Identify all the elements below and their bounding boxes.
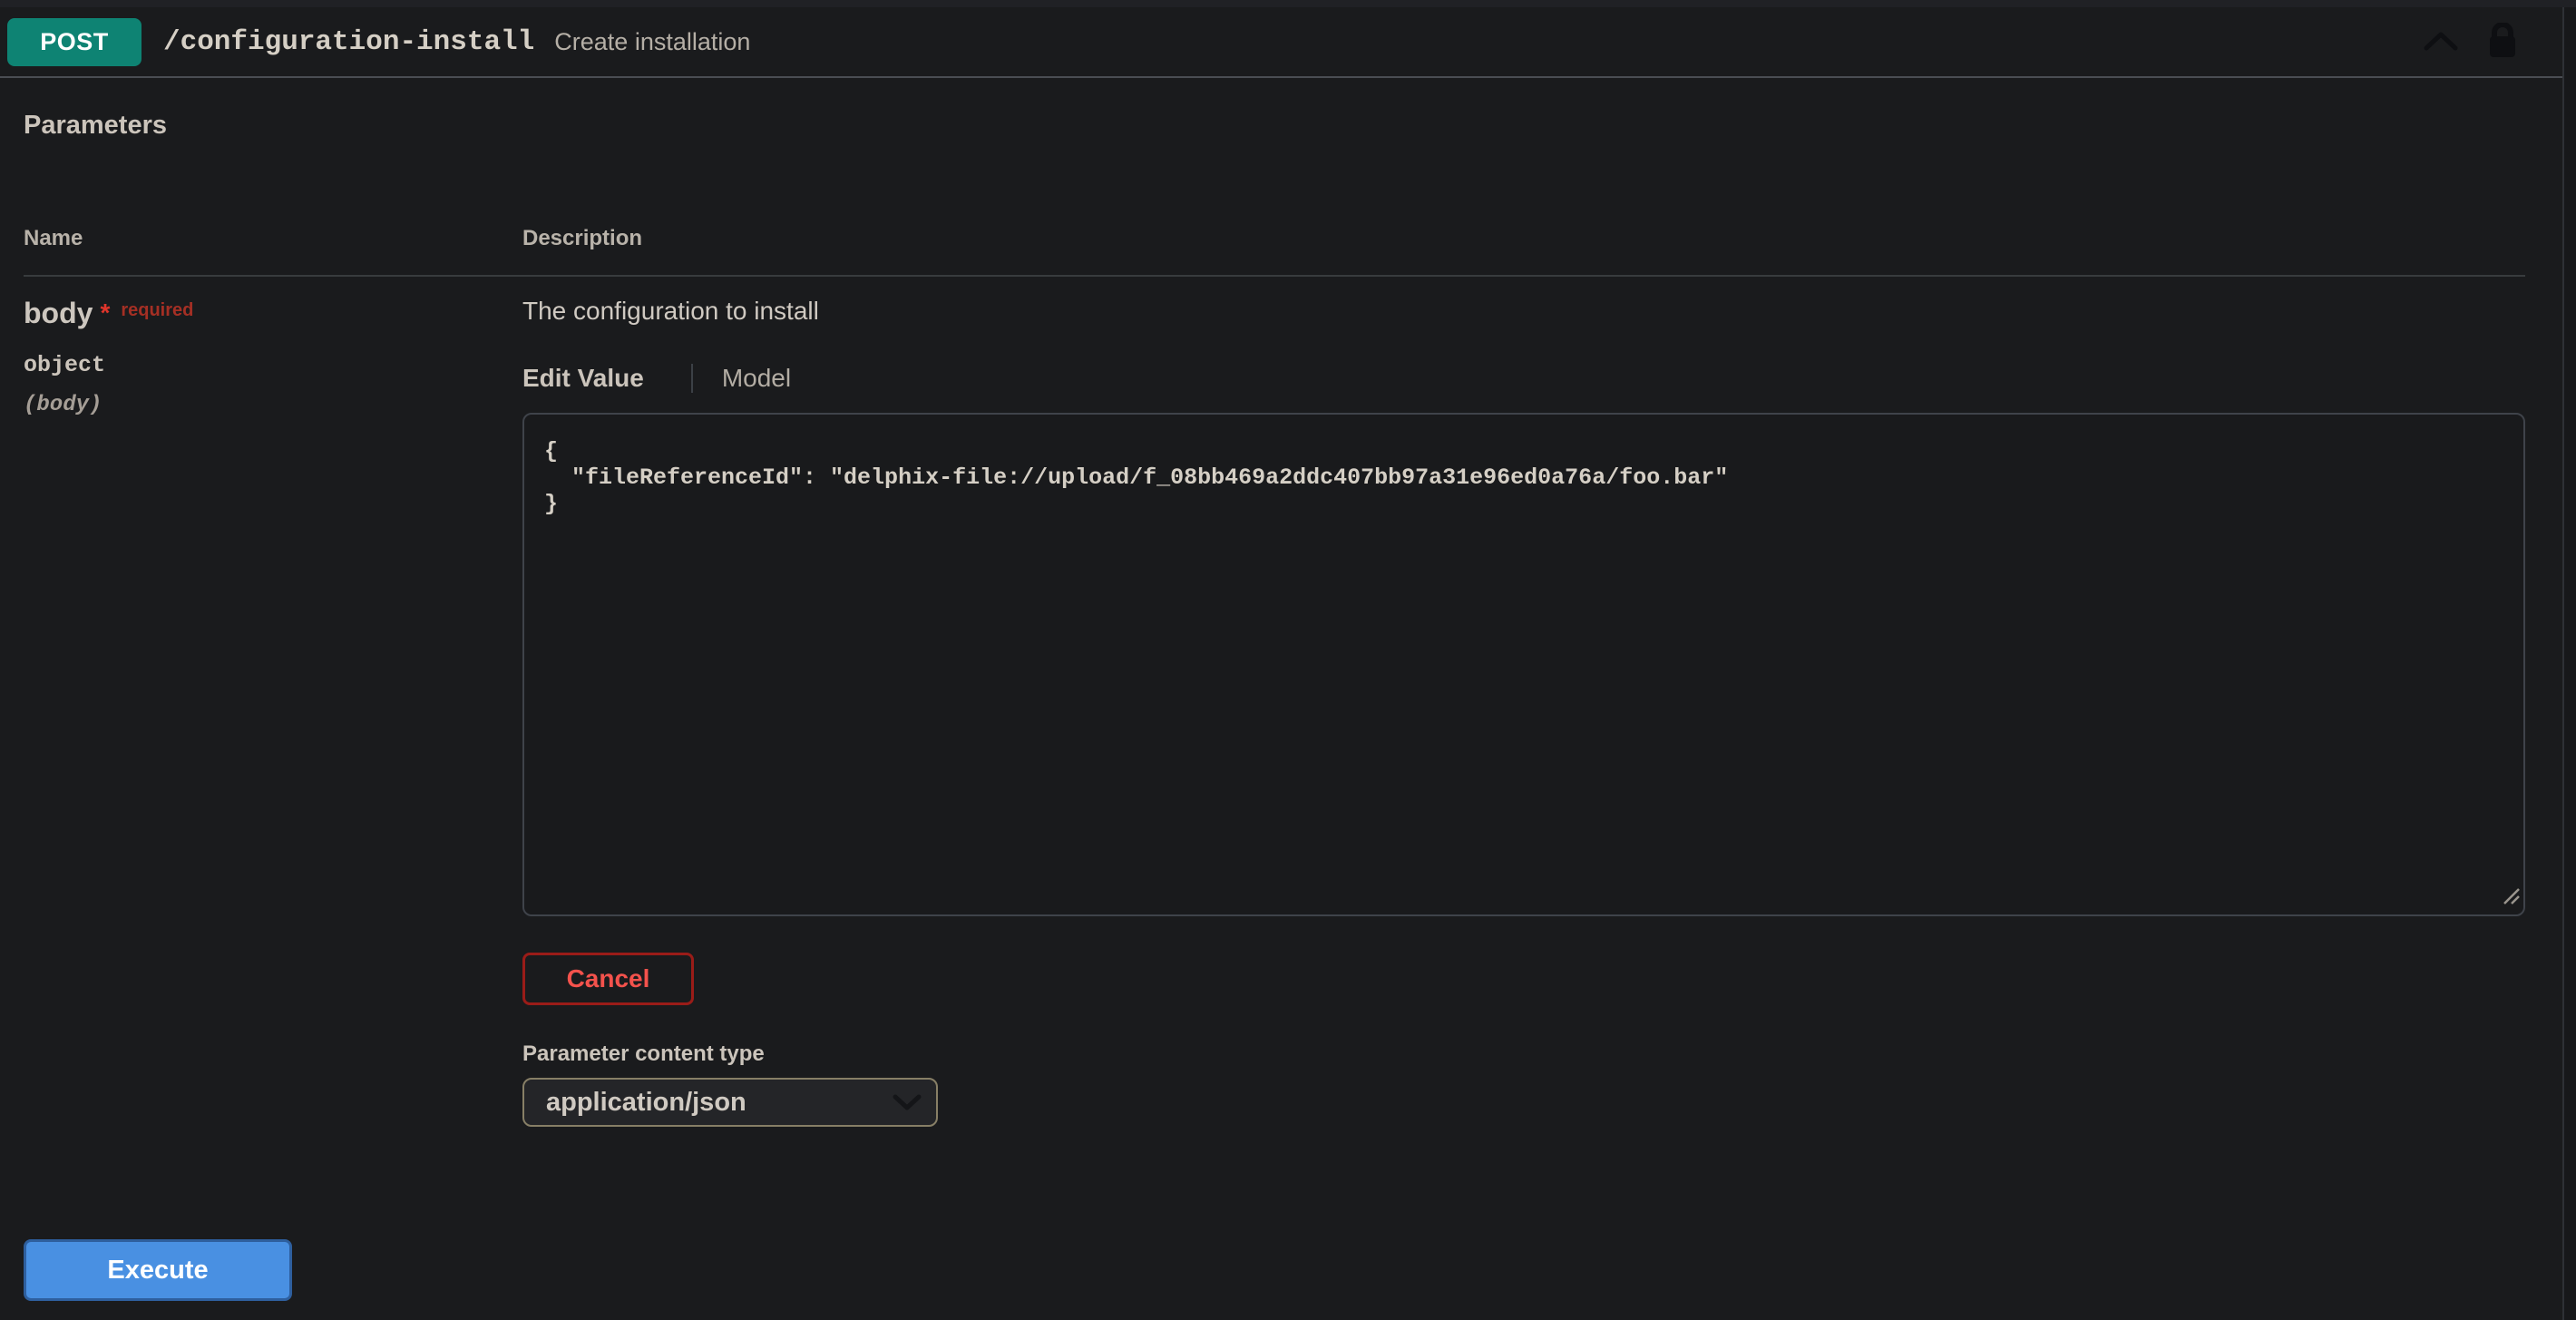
tab-edit-value[interactable]: Edit Value <box>522 364 644 393</box>
body-editor-wrap: { "fileReferenceId": "delphix-file://upl… <box>522 413 2525 916</box>
column-header-name: Name <box>24 226 522 251</box>
execute-button[interactable]: Execute <box>24 1239 292 1301</box>
parameters-section-title: Parameters <box>24 111 2525 141</box>
top-divider-strip <box>0 0 2576 7</box>
operation-path: /configuration-install <box>163 26 534 58</box>
opblock-right-border <box>2562 7 2576 1320</box>
http-method-badge: POST <box>7 18 141 66</box>
content-type-select[interactable]: application/json <box>522 1078 938 1127</box>
body-value-editor[interactable]: { "fileReferenceId": "delphix-file://upl… <box>522 413 2525 916</box>
parameters-table-header: Name Description <box>24 226 2525 251</box>
header-icons <box>2424 23 2516 62</box>
tab-separator <box>691 364 693 393</box>
parameter-name-cell: body* required object (body) <box>24 297 522 1127</box>
operation-body: Parameters Name Description body* require… <box>0 111 2576 1127</box>
lock-icon <box>2489 23 2516 62</box>
parameter-content-type-label: Parameter content type <box>522 1041 2525 1067</box>
parameter-name: body <box>24 297 93 329</box>
required-label: required <box>121 300 193 320</box>
content-type-select-wrap: application/json <box>522 1078 938 1127</box>
cancel-button[interactable]: Cancel <box>522 953 694 1005</box>
operation-header[interactable]: POST /configuration-install Create insta… <box>0 7 2576 78</box>
required-asterisk: * <box>100 298 110 327</box>
authorize-button[interactable] <box>2489 23 2516 62</box>
table-header-divider <box>24 275 2525 277</box>
operation-summary: Create installation <box>554 28 750 56</box>
tab-model[interactable]: Model <box>722 364 791 393</box>
table-row: body* required object (body) The configur… <box>24 297 2525 1127</box>
parameter-location: (body) <box>24 393 522 417</box>
swagger-operation-block: POST /configuration-install Create insta… <box>0 0 2576 1320</box>
parameter-description-cell: The configuration to install Edit Value … <box>522 297 2525 1127</box>
chevron-up-icon <box>2424 31 2458 54</box>
parameter-type: object <box>24 352 522 378</box>
collapse-operation-button[interactable] <box>2424 31 2458 54</box>
resize-handle-icon[interactable] <box>2501 885 2521 910</box>
parameter-description: The configuration to install <box>522 297 2525 326</box>
column-header-description: Description <box>522 226 2525 251</box>
body-editor-tabs: Edit Value Model <box>522 364 2525 393</box>
